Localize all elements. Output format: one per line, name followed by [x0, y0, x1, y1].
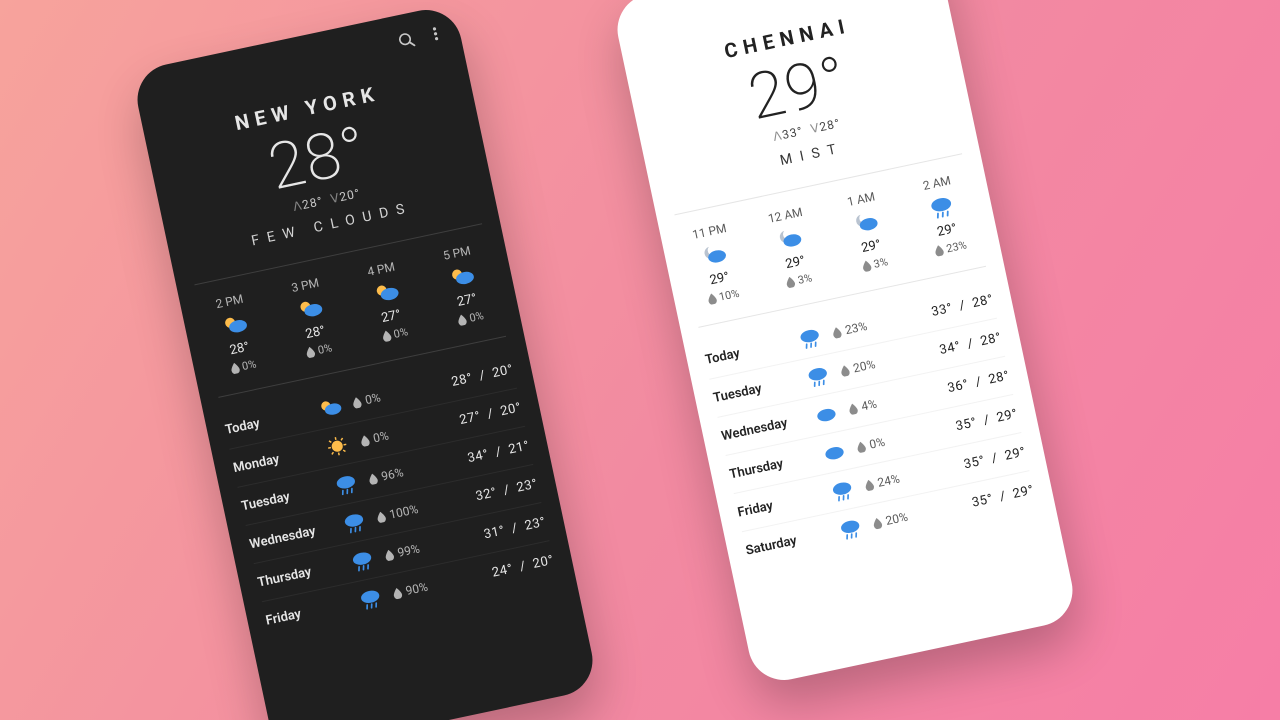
hourly-cell: 5 PM 27° 0%	[418, 238, 510, 332]
mockup-stage: NEW YORK 28° ᐱ28° ᐯ20° FEW CLOUDS 2 PM 2…	[0, 0, 1280, 720]
partly-icon	[295, 293, 326, 324]
day-label: Thursday	[256, 558, 341, 590]
humidity-icon	[376, 510, 387, 523]
day-humidity: 4%	[847, 390, 909, 416]
rain-icon	[332, 470, 360, 498]
day-humidity: 96%	[367, 460, 429, 486]
day-humidity: 20%	[839, 352, 901, 378]
partly-icon	[316, 394, 344, 422]
humidity-icon	[934, 244, 945, 257]
phone-light: CHENNAI 29° ᐱ33° ᐯ28° MIST 11 PM 29° 10%…	[611, 0, 1079, 687]
day-humidity: 0%	[855, 428, 917, 454]
humidity-icon	[872, 517, 883, 530]
hour-label: 2 AM	[922, 173, 952, 193]
humidity-icon	[831, 326, 842, 339]
cloudnight-icon	[699, 240, 730, 271]
day-humidity: 23%	[831, 314, 893, 340]
day-humidity: 90%	[392, 575, 454, 601]
hour-humidity: 0%	[381, 325, 409, 343]
day-label: Tuesday	[712, 373, 797, 405]
humidity-icon	[856, 440, 867, 453]
more-icon[interactable]	[426, 24, 445, 43]
humidity-icon	[706, 293, 717, 306]
day-label: Friday	[736, 488, 821, 520]
hour-humidity: 10%	[706, 287, 740, 306]
rain-icon	[804, 362, 832, 390]
search-icon[interactable]	[397, 31, 416, 50]
rain-icon	[796, 324, 824, 352]
hour-humidity: 0%	[305, 341, 333, 359]
day-humidity: 99%	[384, 536, 446, 562]
day-label: Today	[704, 335, 789, 367]
day-range: 24° / 20°	[458, 552, 555, 587]
hour-label: 4 PM	[366, 260, 396, 279]
humidity-icon	[848, 402, 859, 415]
humidity-icon	[392, 587, 403, 600]
hour-humidity: 0%	[457, 309, 485, 327]
partly-icon	[371, 277, 402, 308]
humidity-icon	[384, 548, 395, 561]
hourly-cell: 2 AM 29° 23%	[898, 168, 990, 262]
humidity-icon	[381, 330, 392, 343]
day-label: Thursday	[728, 450, 813, 482]
hour-humidity: 3%	[785, 271, 813, 289]
cloud-icon	[820, 438, 848, 466]
cloudnight-icon	[775, 223, 806, 254]
hour-humidity: 23%	[933, 238, 967, 257]
hour-label: 11 PM	[691, 221, 728, 242]
day-humidity: 20%	[872, 505, 934, 531]
rain-icon	[348, 546, 376, 574]
phone-dark: NEW YORK 28° ᐱ28° ᐯ20° FEW CLOUDS 2 PM 2…	[131, 3, 599, 720]
hour-temp: 29°	[936, 221, 958, 240]
hour-label: 3 PM	[290, 276, 320, 295]
day-humidity: 0%	[351, 384, 413, 410]
hour-humidity: 3%	[861, 255, 889, 273]
partly-icon	[219, 310, 250, 341]
sun-icon	[324, 432, 352, 460]
day-humidity: 24%	[864, 466, 926, 492]
day-humidity: 100%	[375, 498, 437, 524]
cloud-icon	[812, 400, 840, 428]
rain-icon	[340, 508, 368, 536]
hour-temp: 29°	[860, 237, 882, 256]
day-label: Tuesday	[240, 482, 325, 514]
hour-temp: 29°	[708, 270, 730, 289]
humidity-icon	[359, 434, 370, 447]
hour-label: 5 PM	[442, 243, 472, 262]
humidity-icon	[305, 346, 316, 359]
humidity-icon	[864, 478, 875, 491]
hour-temp: 29°	[784, 253, 806, 272]
hour-temp: 28°	[304, 323, 326, 342]
cloudnight-icon	[851, 207, 882, 238]
humidity-icon	[839, 364, 850, 377]
hour-temp: 27°	[380, 307, 402, 326]
daily-forecast[interactable]: Today 0% 28° / 20° Monday 0% 27° / 20° T…	[203, 345, 579, 663]
humidity-icon	[785, 276, 796, 289]
rain-icon	[926, 191, 957, 222]
day-label: Wednesday	[720, 412, 805, 444]
hour-temp: 28°	[228, 340, 250, 359]
day-label: Friday	[264, 596, 349, 628]
hour-label: 1 AM	[846, 189, 876, 209]
day-label: Today	[224, 405, 309, 437]
hour-label: 2 PM	[214, 292, 244, 311]
hour-humidity: 0%	[229, 357, 257, 375]
partly-icon	[446, 261, 477, 292]
humidity-icon	[229, 362, 240, 375]
day-humidity: 0%	[359, 422, 421, 448]
humidity-icon	[351, 396, 362, 409]
day-label: Monday	[232, 443, 317, 475]
daily-forecast[interactable]: Today 23% 33° / 28° Tuesday 20% 34° / 28…	[683, 275, 1059, 593]
hour-temp: 27°	[456, 291, 478, 310]
rain-icon	[836, 514, 864, 542]
humidity-icon	[457, 314, 468, 327]
day-label: Saturday	[744, 526, 829, 558]
rain-icon	[356, 584, 384, 612]
rain-icon	[828, 476, 856, 504]
day-label: Wednesday	[248, 520, 333, 552]
humidity-icon	[368, 472, 379, 485]
humidity-icon	[861, 260, 872, 273]
day-range: 35° / 29°	[938, 482, 1035, 517]
